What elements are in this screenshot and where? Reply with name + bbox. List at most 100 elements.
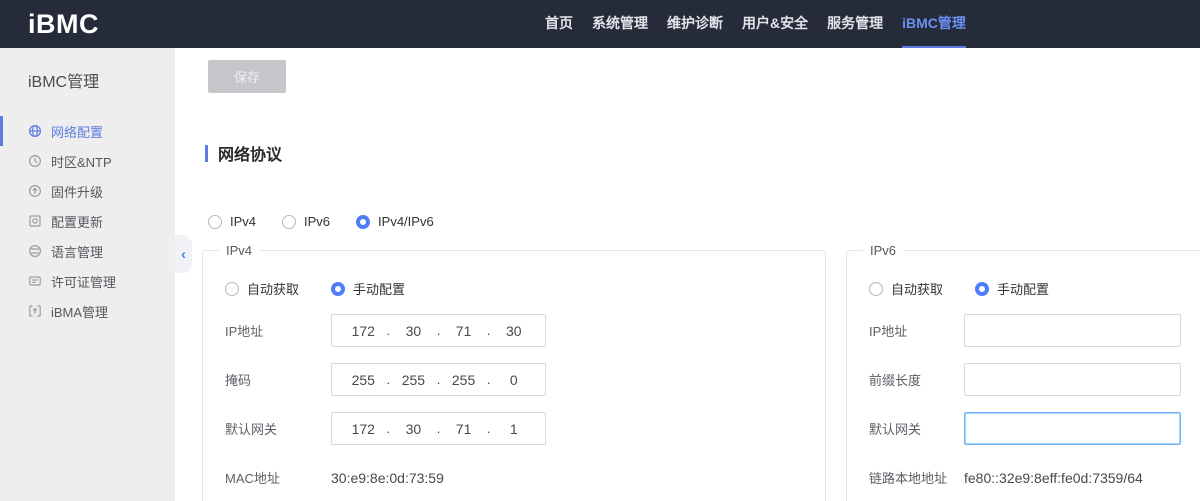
package-icon: [28, 304, 42, 318]
ip-octet-input[interactable]: 30: [390, 323, 437, 339]
ipv4-radio-manual[interactable]: 手动配置: [331, 279, 405, 298]
ipv4-subnet-mask-input[interactable]: 255 . 255 . 255 . 0: [331, 363, 546, 396]
radio-option-ipv4-ipv6[interactable]: IPv4/IPv6: [356, 214, 434, 229]
nav-service-management[interactable]: 服务管理: [827, 0, 883, 48]
ip-octet-input[interactable]: 172: [340, 323, 387, 339]
ipv6-prefix-length-row: 前缀长度: [869, 363, 1200, 396]
sidebar-item-label: 许可证管理: [51, 272, 116, 291]
radio-label: IPv4: [230, 214, 256, 229]
radio-circle-icon: [869, 282, 883, 296]
ipv6-radio-manual[interactable]: 手动配置: [975, 279, 1049, 298]
radio-option-ipv6[interactable]: IPv6: [282, 214, 330, 229]
ip-octet-input[interactable]: 255: [440, 372, 487, 388]
ipv4-radio-auto[interactable]: 自动获取: [225, 279, 299, 298]
radio-circle-icon: [975, 282, 989, 296]
protocol-radio-group: IPv4 IPv6 IPv4/IPv6: [208, 214, 434, 229]
ipv6-ip-address-row: IP地址: [869, 314, 1200, 347]
ipv4-ip-address-input[interactable]: 172 . 30 . 71 . 30: [331, 314, 546, 347]
sidebar-item-label: iBMA管理: [51, 302, 108, 321]
ipv6-default-gateway-row: 默认网关: [869, 412, 1200, 445]
sidebar-menu: 网络配置 时区&NTP 固件升级 配置更新: [0, 116, 175, 326]
section-title: 网络协议: [218, 141, 282, 165]
sidebar-item-label: 时区&NTP: [51, 152, 112, 171]
ip-octet-input[interactable]: 71: [440, 421, 487, 437]
nav-home[interactable]: 首页: [545, 0, 573, 48]
field-label: IP地址: [225, 321, 331, 340]
sidebar-item-label: 语言管理: [51, 242, 103, 261]
radio-circle-icon: [282, 215, 296, 229]
sidebar-item-firmware-upgrade[interactable]: 固件升级: [0, 176, 175, 206]
section-header: 网络协议: [205, 141, 282, 165]
language-icon: [28, 244, 42, 258]
radio-label: IPv4/IPv6: [378, 214, 434, 229]
ip-octet-input[interactable]: 30: [490, 323, 537, 339]
ibmc-logo: iBMC: [0, 0, 99, 48]
ipv4-default-gateway-row: 默认网关 172 . 30 . 71 . 1: [225, 412, 825, 445]
ip-octet-input[interactable]: 0: [490, 372, 537, 388]
field-label: 默认网关: [225, 419, 331, 438]
ipv6-radio-auto[interactable]: 自动获取: [869, 279, 943, 298]
sidebar-item-label: 配置更新: [51, 212, 103, 231]
globe-icon: [28, 124, 42, 138]
radio-option-ipv4[interactable]: IPv4: [208, 214, 256, 229]
radio-circle-icon: [225, 282, 239, 296]
nav-system-management[interactable]: 系统管理: [592, 0, 648, 48]
mac-address-value: 30:e9:8e:0d:73:59: [331, 470, 444, 486]
radio-circle-icon: [356, 215, 370, 229]
upgrade-circle-icon: [28, 184, 42, 198]
sidebar-item-ibma-management[interactable]: iBMA管理: [0, 296, 175, 326]
radio-label: 手动配置: [353, 279, 405, 298]
sidebar-collapse-button[interactable]: ‹: [175, 235, 192, 273]
link-local-address-value: fe80::32e9:8eff:fe0d:7359/64: [964, 470, 1143, 486]
sidebar-title: iBMC管理: [0, 48, 175, 92]
sidebar-item-label: 固件升级: [51, 182, 103, 201]
radio-label: 自动获取: [891, 279, 943, 298]
chevron-left-icon: ‹: [181, 247, 186, 262]
ipv6-mode-radio-group: 自动获取 手动配置: [869, 279, 1200, 298]
clock-icon: [28, 154, 42, 168]
top-navigation: 首页 系统管理 维护诊断 用户&安全 服务管理 iBMC管理: [545, 0, 966, 48]
ipv6-link-local-address-row: 链路本地地址 fe80::32e9:8eff:fe0d:7359/64: [869, 461, 1200, 494]
ipv6-prefix-length-input[interactable]: [964, 363, 1181, 396]
nav-maintenance-diagnostics[interactable]: 维护诊断: [667, 0, 723, 48]
field-label: 前缀长度: [869, 370, 964, 389]
ipv4-subnet-mask-row: 掩码 255 . 255 . 255 . 0: [225, 363, 825, 396]
ipv4-default-gateway-input[interactable]: 172 . 30 . 71 . 1: [331, 412, 546, 445]
field-label: IP地址: [869, 321, 964, 340]
ipv6-ip-address-input[interactable]: [964, 314, 1181, 347]
ipv4-groupbox-legend: IPv4: [219, 243, 259, 258]
save-button[interactable]: 保存: [208, 60, 286, 93]
ipv6-groupbox-legend: IPv6: [863, 243, 903, 258]
sidebar-item-language-management[interactable]: 语言管理: [0, 236, 175, 266]
ipv6-default-gateway-input[interactable]: [964, 412, 1181, 445]
ip-octet-input[interactable]: 255: [340, 372, 387, 388]
ipv4-groupbox: IPv4 自动获取 手动配置 IP地址 172 . 30 . 71 . 30: [202, 250, 826, 501]
field-label: 链路本地地址: [869, 468, 964, 487]
config-update-icon: [28, 214, 42, 228]
sidebar-item-timezone-ntp[interactable]: 时区&NTP: [0, 146, 175, 176]
radio-circle-icon: [331, 282, 345, 296]
license-icon: [28, 274, 42, 288]
sidebar: iBMC管理 网络配置 时区&NTP 固件升级: [0, 48, 175, 501]
field-label: MAC地址: [225, 468, 331, 487]
ipv4-mac-address-row: MAC地址 30:e9:8e:0d:73:59: [225, 461, 825, 494]
topbar: iBMC 首页 系统管理 维护诊断 用户&安全 服务管理 iBMC管理: [0, 0, 1200, 48]
ip-octet-input[interactable]: 255: [390, 372, 437, 388]
radio-label: IPv6: [304, 214, 330, 229]
ip-octet-input[interactable]: 1: [490, 421, 537, 437]
nav-ibmc-management[interactable]: iBMC管理: [902, 0, 966, 48]
ip-octet-input[interactable]: 172: [340, 421, 387, 437]
ipv6-groupbox: IPv6 自动获取 手动配置 IP地址 前缀长度 默认网关 链路本地地址 f: [846, 250, 1200, 501]
field-label: 掩码: [225, 370, 331, 389]
sidebar-item-config-update[interactable]: 配置更新: [0, 206, 175, 236]
sidebar-item-label: 网络配置: [51, 122, 103, 141]
radio-label: 手动配置: [997, 279, 1049, 298]
nav-user-security[interactable]: 用户&安全: [742, 0, 808, 48]
ip-octet-input[interactable]: 30: [390, 421, 437, 437]
radio-circle-icon: [208, 215, 222, 229]
sidebar-item-network-config[interactable]: 网络配置: [0, 116, 175, 146]
ip-octet-input[interactable]: 71: [440, 323, 487, 339]
sidebar-item-license-management[interactable]: 许可证管理: [0, 266, 175, 296]
ibmc-app-window: iBMC 首页 系统管理 维护诊断 用户&安全 服务管理 iBMC管理 iBMC…: [0, 0, 1200, 501]
ipv4-ip-address-row: IP地址 172 . 30 . 71 . 30: [225, 314, 825, 347]
